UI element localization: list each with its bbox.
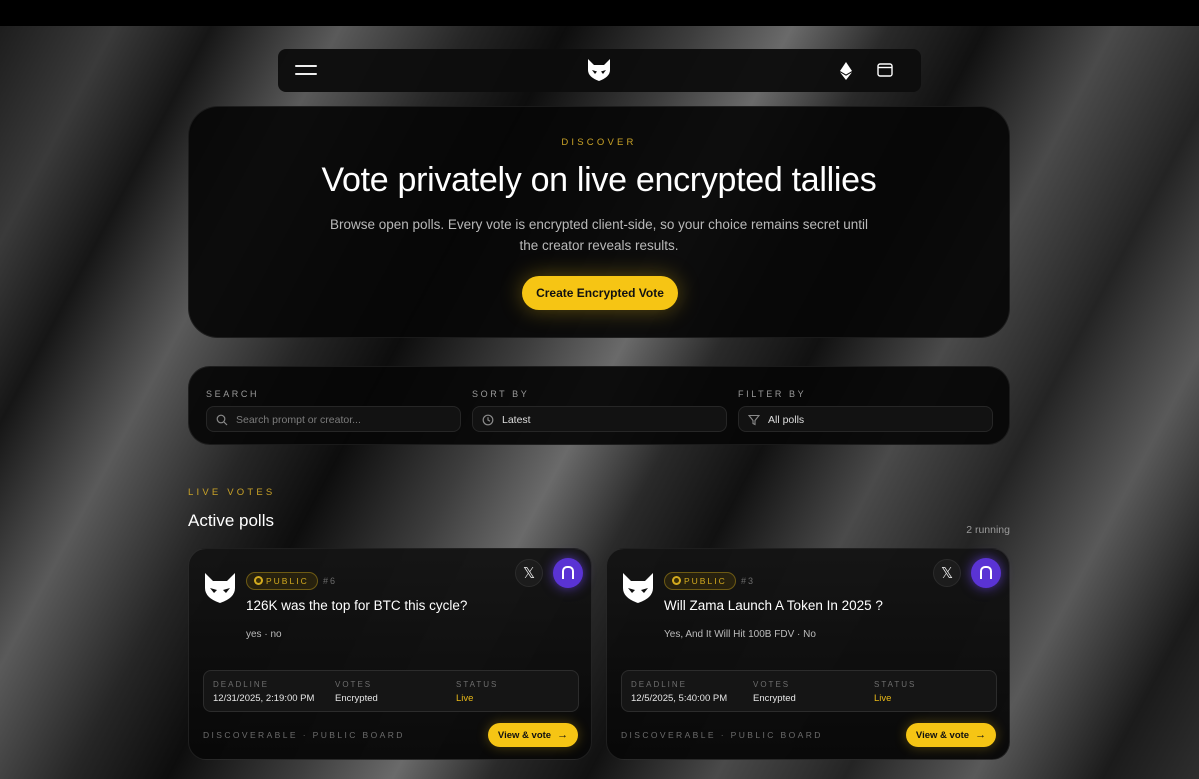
deadline-stat: DEADLINE 12/31/2025, 2:19:00 PM xyxy=(213,680,314,704)
poll-stats: DEADLINE 12/5/2025, 5:40:00 PM VOTES Enc… xyxy=(621,670,997,712)
visibility-badge: PUBLIC xyxy=(664,572,736,590)
x-share-button[interactable]: 𝕏 xyxy=(515,559,543,587)
clock-icon xyxy=(482,414,494,426)
fox-mask-avatar-icon xyxy=(623,573,653,603)
status-stat: STATUS Live xyxy=(874,680,916,704)
filter-group: FILTER BY All polls xyxy=(738,389,993,432)
deadline-value: 12/5/2025, 5:40:00 PM xyxy=(631,693,728,704)
ethereum-icon[interactable] xyxy=(840,62,852,80)
top-navbar xyxy=(278,49,921,92)
view-and-vote-button[interactable]: View & vote → xyxy=(488,723,578,747)
hero-eyebrow: DISCOVER xyxy=(561,137,637,148)
poll-number: #3 xyxy=(741,576,756,586)
x-logo-icon: 𝕏 xyxy=(522,565,536,582)
search-label: SEARCH xyxy=(206,389,260,399)
view-and-vote-label: View & vote xyxy=(915,730,970,741)
visibility-label: PUBLIC xyxy=(266,576,309,586)
section-title: Active polls xyxy=(188,511,274,530)
poll-options: yes · no xyxy=(246,629,282,640)
running-count: 2 running xyxy=(966,524,1010,536)
hero-title: Vote privately on live encrypted tallies xyxy=(321,161,877,199)
search-icon xyxy=(216,414,228,426)
status-label: STATUS xyxy=(456,680,499,689)
create-encrypted-vote-button[interactable]: Create Encrypted Vote xyxy=(522,276,678,310)
public-dot-icon xyxy=(672,576,681,585)
poll-stats: DEADLINE 12/31/2025, 2:19:00 PM VOTES En… xyxy=(203,670,579,712)
filter-label: FILTER BY xyxy=(738,389,807,399)
votes-label: VOTES xyxy=(753,680,791,689)
poll-question: 126K was the top for BTC this cycle? xyxy=(246,598,468,613)
section-eyebrow: LIVE VOTES xyxy=(188,487,276,498)
browser-top-bar xyxy=(0,0,1199,26)
votes-label: VOTES xyxy=(335,680,373,689)
card-footer-text: DISCOVERABLE · PUBLIC BOARD xyxy=(203,730,405,740)
status-stat: STATUS Live xyxy=(456,680,498,704)
visibility-badge: PUBLIC xyxy=(246,572,318,590)
votes-stat: VOTES Encrypted xyxy=(753,680,796,704)
deadline-value: 12/31/2025, 2:19:00 PM xyxy=(213,693,315,704)
fox-mask-logo-icon[interactable] xyxy=(587,59,611,81)
votes-stat: VOTES Encrypted xyxy=(335,680,378,704)
filters-panel: SEARCH Search prompt or creator... SORT … xyxy=(188,366,1010,445)
poll-options: Yes, And It Will Hit 100B FDV · No xyxy=(664,629,816,640)
deadline-label: DEADLINE xyxy=(213,680,270,689)
zama-button[interactable] xyxy=(971,558,1001,588)
sort-select[interactable]: Latest xyxy=(472,406,727,432)
arrow-right-icon: → xyxy=(975,729,987,741)
deadline-label: DEADLINE xyxy=(631,680,688,689)
votes-value: Encrypted xyxy=(753,693,796,704)
view-and-vote-button[interactable]: View & vote → xyxy=(906,723,996,747)
hero-description: Browse open polls. Every vote is encrypt… xyxy=(330,217,868,253)
wallet-icon[interactable] xyxy=(877,63,893,77)
view-and-vote-label: View & vote xyxy=(497,730,552,741)
card-footer-text: DISCOVERABLE · PUBLIC BOARD xyxy=(621,730,823,740)
deadline-stat: DEADLINE 12/5/2025, 5:40:00 PM xyxy=(631,680,727,704)
x-share-button[interactable]: 𝕏 xyxy=(933,559,961,587)
filter-value: All polls xyxy=(768,414,805,426)
sort-group: SORT BY Latest xyxy=(472,389,727,432)
zama-button[interactable] xyxy=(553,558,583,588)
votes-value: Encrypted xyxy=(335,693,378,704)
poll-number: #6 xyxy=(323,576,338,586)
poll-question: Will Zama Launch A Token In 2025 ? xyxy=(664,598,883,613)
visibility-label: PUBLIC xyxy=(684,576,727,586)
poll-card: PUBLIC #6 𝕏 126K was the top for BTC thi… xyxy=(188,548,592,760)
status-value: Live xyxy=(874,693,892,704)
hero-panel: DISCOVER Vote privately on live encrypte… xyxy=(188,106,1010,338)
x-logo-icon: 𝕏 xyxy=(940,565,954,582)
status-value: Live xyxy=(456,693,474,704)
fox-mask-avatar-icon xyxy=(205,573,235,603)
search-placeholder: Search prompt or creator... xyxy=(236,414,361,426)
poll-card: PUBLIC #3 𝕏 Will Zama Launch A Token In … xyxy=(606,548,1010,760)
search-input[interactable]: Search prompt or creator... xyxy=(206,406,461,432)
funnel-icon xyxy=(748,414,760,426)
zama-logo-icon xyxy=(562,566,574,579)
filter-select[interactable]: All polls xyxy=(738,406,993,432)
search-group: SEARCH Search prompt or creator... xyxy=(206,389,461,432)
arrow-right-icon: → xyxy=(557,729,569,741)
status-label: STATUS xyxy=(874,680,917,689)
zama-logo-icon xyxy=(980,566,992,579)
sort-label: SORT BY xyxy=(472,389,530,399)
sort-value: Latest xyxy=(502,414,531,426)
menu-icon[interactable] xyxy=(295,65,317,76)
public-dot-icon xyxy=(254,576,263,585)
